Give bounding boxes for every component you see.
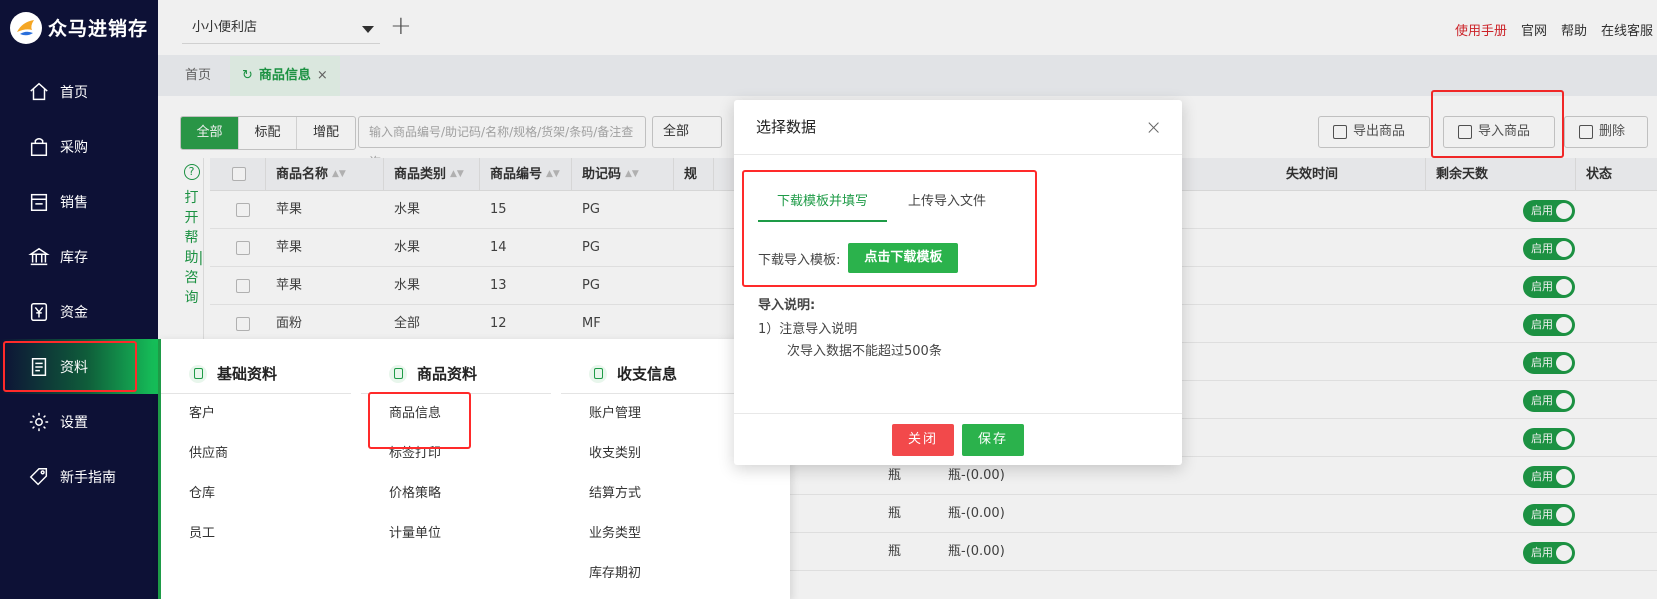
tag-icon	[29, 467, 48, 485]
save-button[interactable]: 保存	[962, 423, 1025, 456]
home-icon	[30, 82, 48, 100]
clipboard-icon	[189, 364, 207, 383]
sidebar-item-label: 新手指南	[60, 469, 116, 486]
download-row: 下载导入模板: 点击下载模板	[758, 243, 959, 273]
modal-tabs: 下载模板并填写 上传导入文件	[758, 182, 1028, 224]
menu-item-warehouse[interactable]: 仓库	[161, 474, 351, 514]
download-template-button[interactable]: 点击下载模板	[848, 243, 959, 273]
menu-column-finance: 收支信息 账户管理 收支类别 结算方式 业务类型 库存期初	[561, 339, 761, 594]
data-dropdown-menu: 基础资料 客户 供应商 仓库 员工 商品资料 商品信息 标签打印 价格策略 计量…	[158, 339, 790, 599]
sidebar-item-label: 设置	[60, 414, 88, 431]
modal-footer: 关闭 保存	[734, 413, 1182, 465]
tab-upload-file[interactable]: 上传导入文件	[908, 182, 986, 222]
list-icon	[389, 364, 407, 383]
menu-column-header: 商品资料	[361, 354, 551, 394]
document-icon	[31, 357, 47, 376]
menu-column-header: 收支信息	[561, 354, 761, 394]
notes-title: 导入说明:	[758, 298, 816, 313]
close-icon[interactable]: ×	[1145, 100, 1162, 155]
close-button[interactable]: 关闭	[891, 423, 954, 456]
modal-title: 选择数据	[756, 118, 817, 136]
select-data-modal: 选择数据 × 下载模板并填写 上传导入文件 下载导入模板: 点击下载模板 导入说…	[734, 100, 1182, 465]
logo-icon	[10, 11, 42, 44]
store-icon	[30, 193, 48, 211]
menu-item-customer[interactable]: 客户	[161, 394, 351, 434]
import-notes: 导入说明: 1）注意导入说明 次导入数据不能超过500条	[758, 295, 942, 363]
logo: 众马进销存	[0, 0, 158, 55]
sidebar-item-data[interactable]: 资料	[0, 339, 158, 394]
highlight-box	[368, 392, 471, 449]
menu-item-units[interactable]: 计量单位	[361, 514, 551, 554]
menu-item-pricing[interactable]: 价格策略	[361, 474, 551, 514]
sidebar-item-home[interactable]: 首页	[0, 64, 158, 119]
bank-icon	[28, 247, 50, 265]
sidebar-item-label: 首页	[60, 84, 88, 101]
sidebar-item-guide[interactable]: 新手指南	[0, 449, 158, 504]
sidebar-item-settings[interactable]: 设置	[0, 394, 158, 449]
menu-column-header: 基础资料	[161, 354, 351, 394]
sidebar-item-label: 采购	[60, 139, 88, 156]
menu-item-settlement[interactable]: 结算方式	[561, 474, 761, 514]
sidebar-item-funds[interactable]: 资金	[0, 284, 158, 339]
brand-name: 众马进销存	[48, 18, 149, 40]
sidebar-nav: 首页 采购 销售 库存 资金 资料 设置 新手指南	[0, 64, 158, 504]
menu-item-accounts[interactable]: 账户管理	[561, 394, 761, 434]
modal-header: 选择数据 ×	[734, 100, 1182, 155]
menu-column-title: 收支信息	[617, 365, 678, 383]
sidebar-item-label: 资料	[60, 359, 88, 376]
yen-icon	[30, 302, 48, 321]
sidebar-item-label: 库存	[60, 249, 88, 266]
sidebar-item-label: 资金	[60, 304, 88, 321]
menu-item-income-types[interactable]: 收支类别	[561, 434, 761, 474]
note-item: 次导入数据不能超过500条	[787, 344, 942, 359]
menu-item-staff[interactable]: 员工	[161, 514, 351, 554]
sidebar-item-purchase[interactable]: 采购	[0, 119, 158, 174]
menu-column-title: 商品资料	[417, 365, 478, 383]
download-label: 下载导入模板:	[758, 252, 841, 268]
sidebar-item-inventory[interactable]: 库存	[0, 229, 158, 284]
bag-icon	[30, 137, 48, 156]
menu-item-opening-stock[interactable]: 库存期初	[561, 554, 761, 594]
menu-column-title: 基础资料	[217, 365, 278, 383]
menu-column-basic: 基础资料 客户 供应商 仓库 员工	[161, 339, 351, 554]
tab-download-template[interactable]: 下载模板并填写	[758, 182, 887, 222]
sidebar-item-label: 销售	[60, 194, 88, 211]
menu-item-supplier[interactable]: 供应商	[161, 434, 351, 474]
bar-chart-icon	[589, 364, 607, 383]
sidebar-item-sales[interactable]: 销售	[0, 174, 158, 229]
gear-icon	[29, 412, 49, 431]
note-item: 1）注意导入说明	[758, 322, 858, 337]
menu-item-business-types[interactable]: 业务类型	[561, 514, 761, 554]
sidebar: 众马进销存 首页 采购 销售 库存 资金 资料 设置 新手指南	[0, 0, 158, 599]
